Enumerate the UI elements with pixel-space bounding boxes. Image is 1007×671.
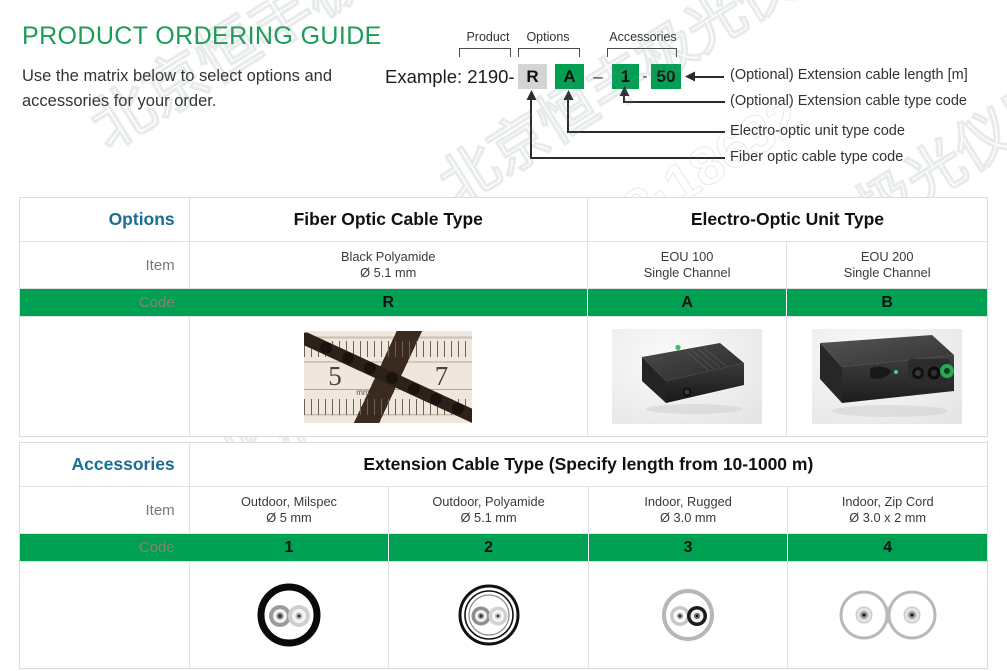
item-line-2: Single Channel bbox=[643, 265, 731, 280]
item-line-2: Ø 5.1 mm bbox=[360, 265, 417, 280]
cable-cross-section-polyamide-icon bbox=[458, 584, 520, 646]
accessories-table: Accessories Extension Cable Type (Specif… bbox=[19, 442, 988, 669]
item-line-1: Black Polyamide bbox=[340, 249, 436, 264]
example-part-number-diagram: Product Options Accessories Example: 219… bbox=[385, 20, 995, 170]
item-line-1: EOU 100 bbox=[660, 249, 714, 264]
fiber-cable-photo: 5 7 mm bbox=[304, 330, 473, 423]
column-group-fiber-optic: Fiber Optic Cable Type bbox=[189, 198, 588, 242]
code-value-eou200: B bbox=[787, 289, 987, 316]
code-box-eou: A bbox=[555, 64, 584, 89]
eou-100-device-icon bbox=[642, 343, 745, 414]
cell-item-fiber: Black Polyamide Ø 5.1 mm bbox=[189, 242, 588, 289]
annotation-eou-type: Electro-optic unit type code bbox=[730, 123, 905, 139]
cell-empty bbox=[20, 562, 190, 668]
separator-long: – bbox=[593, 67, 603, 86]
bracket-options bbox=[518, 48, 580, 57]
item-line-2: Single Channel bbox=[843, 265, 931, 280]
item-line-1: Indoor, Zip Cord bbox=[841, 494, 934, 509]
code-value-fiber: R bbox=[189, 289, 588, 316]
bracket-product bbox=[459, 48, 511, 57]
code-value-rugged: 3 bbox=[588, 534, 789, 561]
cell-item-eou200: EOU 200 Single Channel bbox=[787, 242, 987, 289]
code-value-eou100: A bbox=[587, 289, 788, 316]
table-row-images: 5 7 mm bbox=[20, 316, 987, 436]
column-group-extension-cable: Extension Cable Type (Specify length fro… bbox=[189, 443, 987, 487]
options-code-label: Code bbox=[20, 289, 190, 316]
item-line-2: Ø 5.1 mm bbox=[460, 510, 517, 525]
table-row-header: Options Fiber Optic Cable Type Electro-O… bbox=[20, 198, 987, 242]
ordering-guide-page: 北京恒丰极光仪器 18·18632 北京恒丰极光仪器 18·18632 北京恒丰… bbox=[0, 0, 1007, 671]
arrow-up-icon bbox=[619, 86, 630, 96]
page-subtitle: Use the matrix below to select options a… bbox=[22, 67, 332, 110]
image-cable-cross-section-rugged bbox=[588, 562, 789, 668]
item-line-1: Outdoor, Polyamide bbox=[432, 494, 545, 509]
cell-item-zipcord: Indoor, Zip Cord Ø 3.0 x 2 mm bbox=[788, 487, 987, 534]
image-eou-100-photo bbox=[587, 317, 788, 436]
cell-item-eou100: EOU 100 Single Channel bbox=[587, 242, 788, 289]
eou-200-device-icon bbox=[820, 335, 955, 417]
image-fiber-cable-ruler-photo: 5 7 mm bbox=[189, 317, 588, 436]
cell-item-milspec: Outdoor, Milspec Ø 5 mm bbox=[189, 487, 390, 534]
item-line-2: Ø 5 mm bbox=[266, 510, 312, 525]
code-box-fiber: R bbox=[518, 64, 547, 89]
eou-100-photo bbox=[612, 329, 763, 424]
table-row-code: Code R A B bbox=[20, 289, 987, 316]
cable-cross-section-milspec-icon bbox=[257, 583, 321, 647]
item-line-1: EOU 200 bbox=[860, 249, 914, 264]
table-row-code: Code 1 2 3 4 bbox=[20, 534, 987, 561]
separator-short: - bbox=[642, 68, 648, 85]
bracket-label-options: Options bbox=[526, 30, 570, 44]
cable-cross-section-zipcord-icon bbox=[839, 590, 937, 640]
item-line-2: Ø 3.0 mm bbox=[660, 510, 717, 525]
code-value-polyamide: 2 bbox=[389, 534, 589, 561]
cell-item-rugged: Indoor, Rugged Ø 3.0 mm bbox=[588, 487, 789, 534]
cable-cross-section-rugged-icon bbox=[662, 589, 715, 641]
annotation-ext-type: (Optional) Extension cable type code bbox=[730, 93, 967, 109]
fiber-strand-icon bbox=[304, 332, 473, 423]
annotation-fiber-type: Fiber optic cable type code bbox=[730, 149, 904, 165]
bracket-accessories bbox=[607, 48, 677, 57]
image-eou-200-photo bbox=[787, 317, 987, 436]
accessories-section-label: Accessories bbox=[20, 443, 190, 487]
cell-item-polyamide: Outdoor, Polyamide Ø 5.1 mm bbox=[389, 487, 589, 534]
image-cable-cross-section-polyamide bbox=[389, 562, 589, 668]
options-section-label: Options bbox=[20, 198, 190, 242]
arrow-up-icon bbox=[563, 90, 574, 100]
accessories-item-label: Item bbox=[20, 487, 190, 534]
table-row-item: Item Outdoor, Milspec Ø 5 mm Outdoor, Po… bbox=[20, 487, 987, 534]
code-value-zipcord: 4 bbox=[788, 534, 987, 561]
code-box-ext-length: 50 bbox=[651, 64, 681, 89]
item-line-1: Outdoor, Milspec bbox=[240, 494, 337, 509]
table-row-images bbox=[20, 561, 988, 668]
eou-200-photo bbox=[812, 329, 963, 424]
accessories-code-label: Code bbox=[20, 534, 190, 561]
image-cable-cross-section-milspec bbox=[189, 562, 390, 668]
item-line-2: Ø 3.0 x 2 mm bbox=[849, 510, 927, 525]
example-prefix-label: Example: 2190- bbox=[385, 66, 515, 87]
annotation-ext-length: (Optional) Extension cable length [m] bbox=[730, 67, 968, 83]
table-row-item: Item Black Polyamide Ø 5.1 mm EOU 100 Si… bbox=[20, 242, 987, 289]
column-group-electro-optic: Electro-Optic Unit Type bbox=[587, 198, 987, 242]
options-table: Options Fiber Optic Cable Type Electro-O… bbox=[19, 197, 988, 437]
code-value-milspec: 1 bbox=[189, 534, 390, 561]
cell-empty bbox=[20, 317, 190, 436]
item-line-1: Indoor, Rugged bbox=[644, 494, 732, 509]
arrow-up-icon bbox=[526, 90, 537, 100]
page-title: PRODUCT ORDERING GUIDE bbox=[22, 22, 382, 50]
arrow-left-icon bbox=[685, 71, 695, 82]
bracket-label-accessories: Accessories bbox=[609, 30, 677, 44]
options-item-label: Item bbox=[20, 242, 190, 289]
table-row-header: Accessories Extension Cable Type (Specif… bbox=[20, 443, 987, 487]
image-cable-cross-section-zipcord bbox=[788, 562, 988, 668]
